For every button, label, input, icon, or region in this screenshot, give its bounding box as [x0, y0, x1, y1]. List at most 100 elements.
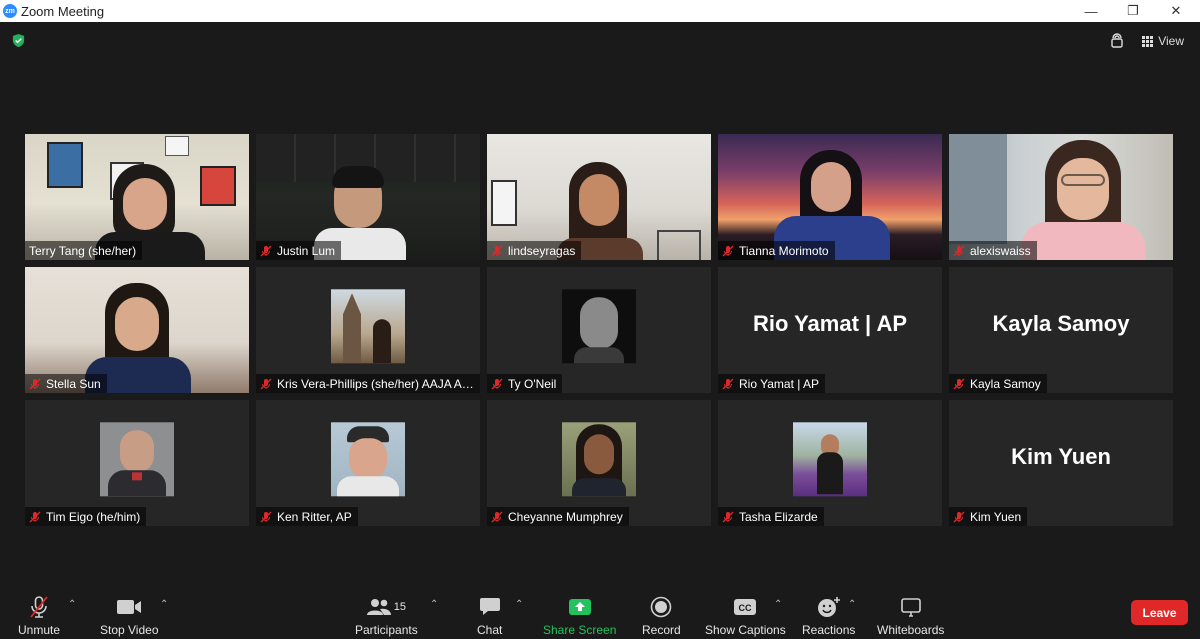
muted-mic-icon — [953, 511, 965, 522]
profile-picture — [100, 422, 174, 497]
muted-mic-icon — [29, 378, 41, 389]
video-options-chevron-icon[interactable]: ⌃ — [160, 599, 168, 610]
share-screen-label: Share Screen — [543, 623, 617, 637]
participant-tile[interactable]: Tasha Elizarde — [718, 400, 942, 526]
chat-bubble-icon — [479, 598, 500, 615]
participants-icon — [366, 599, 391, 615]
participant-tile[interactable]: Tianna Morimoto — [718, 134, 942, 260]
gallery-grid: Terry Tang (she/her) Justin Lum lindseyr… — [25, 134, 1175, 526]
stop-video-label: Stop Video — [100, 623, 159, 637]
profile-picture — [331, 289, 405, 364]
participant-name: lindseyragas — [508, 243, 576, 258]
leave-button[interactable]: Leave — [1131, 600, 1188, 625]
view-label: View — [1158, 34, 1184, 48]
immersive-icon — [1111, 33, 1123, 48]
participant-name: Ken Ritter, AP — [277, 509, 352, 524]
window-title: Zoom Meeting — [21, 3, 105, 19]
share-screen-icon — [568, 599, 591, 615]
zoom-logo-icon: zm — [3, 4, 17, 18]
maximize-button[interactable]: ❐ — [1113, 0, 1153, 22]
top-right-controls: View — [1106, 30, 1188, 52]
muted-mic-icon — [491, 378, 503, 389]
minimize-button[interactable]: — — [1071, 0, 1111, 22]
smiley-reaction-icon — [817, 597, 840, 617]
muted-mic-icon — [491, 511, 503, 522]
show-captions-label: Show Captions — [705, 623, 786, 637]
close-button[interactable]: ✕ — [1156, 0, 1196, 22]
participant-name: Rio Yamat | AP — [739, 376, 820, 391]
audio-options-chevron-icon[interactable]: ⌃ — [68, 599, 76, 610]
participant-name-bar: Stella Sun — [25, 374, 107, 393]
immersive-view-button[interactable] — [1106, 30, 1128, 52]
participant-name: Tim Eigo (he/him) — [46, 509, 141, 524]
record-button[interactable]: Record — [642, 595, 681, 637]
chat-label: Chat — [477, 623, 503, 637]
whiteboards-button[interactable]: Whiteboards — [877, 595, 944, 637]
participants-count: 15 — [393, 601, 406, 613]
participant-name-bar: lindseyragas — [487, 241, 582, 260]
reactions-label: Reactions — [802, 623, 856, 637]
participant-tile[interactable]: Rio Yamat | AP Rio Yamat | AP — [718, 267, 942, 393]
participant-name: Terry Tang (she/her) — [29, 243, 137, 258]
participant-tile[interactable]: Cheyanne Mumphrey — [487, 400, 711, 526]
participant-tile[interactable]: lindseyragas — [487, 134, 711, 260]
participant-display-name: Kim Yuen — [1011, 444, 1111, 469]
video-camera-icon — [117, 600, 142, 614]
participant-tile[interactable]: Ty O'Neil — [487, 267, 711, 393]
participant-tile[interactable]: Kris Vera-Phillips (she/her) AAJA Ariz..… — [256, 267, 480, 393]
closed-captions-icon: CC — [734, 599, 757, 615]
security-shield-icon[interactable] — [11, 33, 26, 48]
participant-name-bar: Ken Ritter, AP — [256, 507, 358, 526]
participant-tile[interactable]: Kayla Samoy Kayla Samoy — [949, 267, 1173, 393]
muted-mic-icon — [260, 511, 272, 522]
unmute-button[interactable]: Unmute — [18, 595, 60, 637]
muted-mic-icon — [30, 596, 48, 618]
chat-button[interactable]: Chat — [477, 595, 502, 637]
participant-name-bar: Tianna Morimoto — [718, 241, 835, 260]
whiteboard-icon — [900, 598, 921, 617]
participant-tile[interactable]: Ken Ritter, AP — [256, 400, 480, 526]
unmute-label: Unmute — [18, 623, 61, 637]
participants-options-chevron-icon[interactable]: ⌃ — [430, 599, 438, 610]
muted-mic-icon — [722, 511, 734, 522]
participant-name-bar: Tim Eigo (he/him) — [25, 507, 147, 526]
grid-view-icon — [1142, 35, 1154, 47]
muted-mic-icon — [953, 378, 965, 389]
share-screen-button[interactable]: Share Screen — [543, 595, 616, 637]
record-icon — [651, 596, 672, 618]
participant-name: Justin Lum — [277, 243, 336, 258]
participant-name-bar: Rio Yamat | AP — [718, 374, 826, 393]
participant-tile[interactable]: Kim Yuen Kim Yuen — [949, 400, 1173, 526]
participant-tile[interactable]: Tim Eigo (he/him) — [25, 400, 249, 526]
participant-tile[interactable]: Terry Tang (she/her) — [25, 134, 249, 260]
whiteboards-label: Whiteboards — [877, 623, 945, 637]
participant-name-bar: Justin Lum — [256, 241, 342, 260]
participant-display-name: Kayla Samoy — [992, 311, 1130, 336]
captions-options-chevron-icon[interactable]: ⌃ — [774, 599, 782, 610]
record-label: Record — [642, 623, 681, 637]
participant-name: Kayla Samoy — [970, 376, 1041, 391]
reactions-options-chevron-icon[interactable]: ⌃ — [848, 599, 856, 610]
captions-icon-text: CC — [739, 603, 752, 613]
profile-picture — [562, 289, 636, 364]
profile-picture — [562, 422, 636, 497]
participant-tile[interactable]: Stella Sun — [25, 267, 249, 393]
profile-picture — [793, 422, 867, 497]
participant-name: Kim Yuen — [970, 509, 1022, 524]
muted-mic-icon — [722, 378, 734, 389]
window-title-bar: zm Zoom Meeting — ❐ ✕ — [0, 0, 1200, 22]
view-button[interactable]: View — [1138, 30, 1188, 52]
participant-name: Stella Sun — [46, 376, 101, 391]
chat-options-chevron-icon[interactable]: ⌃ — [515, 599, 523, 610]
muted-mic-icon — [260, 378, 272, 389]
participants-label: Participants — [355, 623, 418, 637]
muted-mic-icon — [29, 511, 41, 522]
participant-tile[interactable]: alexiswaiss — [949, 134, 1173, 260]
profile-picture — [331, 422, 405, 497]
stop-video-button[interactable]: Stop Video — [100, 595, 159, 637]
participants-button[interactable]: 15 Participants — [355, 595, 418, 637]
participant-name-bar: Tasha Elizarde — [718, 507, 824, 526]
participant-name: Cheyanne Mumphrey — [508, 509, 623, 524]
muted-mic-icon — [953, 245, 965, 256]
participant-tile[interactable]: Justin Lum — [256, 134, 480, 260]
